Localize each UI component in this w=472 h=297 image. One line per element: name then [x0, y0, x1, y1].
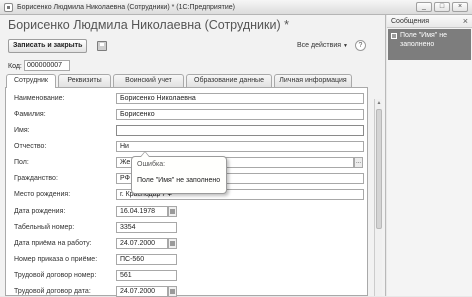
all-actions-menu[interactable]: Все действия ▼: [297, 42, 348, 49]
calendar-icon[interactable]: [168, 206, 177, 217]
window-titlebar: Борисенко Людмила Николаевна (Сотрудники…: [0, 0, 472, 15]
label-birth-date: Дата рождения:: [14, 208, 66, 215]
code-label: Код:: [8, 63, 22, 70]
close-button[interactable]: ×: [452, 2, 468, 12]
minimize-button[interactable]: _: [416, 2, 432, 12]
calendar-icon[interactable]: [168, 286, 177, 297]
scroll-up-icon[interactable]: ▲: [376, 100, 382, 107]
personnel-number-field[interactable]: 3354: [116, 222, 177, 233]
label-surname: Фамилия:: [14, 111, 46, 118]
label-contract-date: Трудовой договор дата:: [14, 288, 91, 295]
code-field[interactable]: 000000007: [24, 60, 70, 71]
label-order-number: Номер приказа о приёме:: [14, 256, 98, 263]
messages-panel: Сообщения × Поле "Имя" не заполнено: [387, 15, 472, 296]
tab-employee[interactable]: Сотрудник: [6, 74, 56, 88]
employee-form: Борисенко Людмила Николаевна (Сотрудники…: [0, 15, 386, 297]
label-contract-number: Трудовой договор номер:: [14, 272, 97, 279]
error-tooltip: Ошибка: Поле "Имя" не заполнено: [131, 151, 227, 194]
label-personnel-number: Табельный номер:: [14, 224, 75, 231]
label-gender: Пол:: [14, 159, 29, 166]
calendar-icon[interactable]: [168, 238, 177, 249]
tooltip-title: Ошибка:: [137, 161, 166, 168]
first-name-field[interactable]: [116, 125, 364, 136]
order-number-field[interactable]: ПС-560: [116, 254, 177, 265]
tooltip-message: Поле "Имя" не заполнено: [137, 177, 221, 184]
vertical-scrollbar[interactable]: ▲: [374, 99, 382, 296]
contract-date-field[interactable]: 24.07.2000: [116, 286, 168, 297]
gender-select-button[interactable]: ...: [354, 157, 363, 168]
messages-header: Сообщения ×: [387, 15, 472, 28]
tab-personal-info[interactable]: Личная информация: [274, 74, 352, 87]
help-button[interactable]: ?: [355, 40, 366, 51]
maximize-button[interactable]: □: [434, 2, 450, 12]
patronymic-field[interactable]: Ни: [116, 141, 364, 152]
window-title: Борисенко Людмила Николаевна (Сотрудники…: [17, 3, 235, 11]
window-controls: _ □ ×: [416, 2, 468, 12]
close-icon[interactable]: ×: [463, 16, 468, 26]
label-patronymic: Отчество:: [14, 143, 47, 150]
app-icon: [4, 2, 13, 12]
name-field[interactable]: Борисенко Николаевна: [116, 93, 364, 104]
hire-date-field[interactable]: 24.07.2000: [116, 238, 168, 249]
contract-number-field[interactable]: 561: [116, 270, 177, 281]
message-item[interactable]: Поле "Имя" не заполнено: [388, 29, 471, 60]
scrollbar-thumb[interactable]: [376, 109, 382, 229]
save-and-close-button[interactable]: Записать и закрыть: [8, 39, 88, 53]
label-birthplace: Место рождения:: [14, 191, 71, 198]
save-icon[interactable]: [97, 41, 107, 51]
label-hire-date: Дата приёма на работу:: [14, 240, 92, 247]
label-first-name: Имя:: [14, 127, 30, 134]
warning-icon: [391, 33, 397, 39]
message-text: Поле "Имя" не заполнено: [400, 32, 448, 48]
label-name: Наименование:: [14, 95, 65, 102]
page-title: Борисенко Людмила Николаевна (Сотрудники…: [8, 18, 289, 32]
label-citizenship: Гражданство:: [14, 175, 58, 182]
tab-military[interactable]: Воинский учет: [113, 74, 184, 87]
surname-field[interactable]: Борисенко: [116, 109, 364, 120]
all-actions-label: Все действия: [297, 42, 342, 49]
tab-requisites[interactable]: Реквизиты: [58, 74, 111, 87]
messages-title: Сообщения: [391, 18, 429, 25]
birth-date-field[interactable]: 16.04.1978: [116, 206, 168, 217]
chevron-down-icon: ▼: [343, 43, 348, 49]
tab-education[interactable]: Образование данные: [186, 74, 272, 87]
